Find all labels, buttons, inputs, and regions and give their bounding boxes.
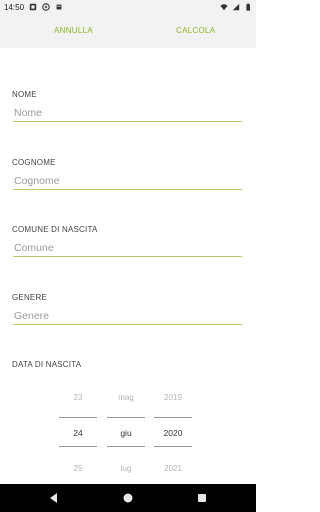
status-bar: 14:50 — [0, 0, 256, 14]
day-prev[interactable]: 23 — [59, 393, 97, 402]
year-prev[interactable]: 2019 — [154, 393, 192, 402]
cellular-signal-icon — [232, 3, 240, 11]
month-prev[interactable]: mag — [107, 393, 145, 402]
navigation-bar — [0, 484, 256, 512]
gender-label: GENERE — [12, 293, 47, 302]
notification-icon — [56, 4, 62, 10]
status-time: 14:50 — [4, 2, 25, 12]
action-toolbar: ANNULLA CALCOLA — [0, 14, 256, 48]
birthplace-input[interactable] — [13, 239, 242, 257]
year-next[interactable]: 2021 — [154, 464, 192, 473]
wifi-icon — [220, 4, 228, 11]
year-divider-bottom — [154, 446, 192, 447]
battery-saver-icon — [42, 3, 50, 11]
name-label: NOME — [12, 90, 37, 99]
month-next[interactable]: lug — [107, 464, 145, 473]
sim-card-icon — [29, 3, 37, 11]
back-icon[interactable] — [40, 484, 68, 512]
day-divider-top — [59, 417, 97, 418]
year-selected[interactable]: 2020 — [154, 428, 192, 438]
day-selected[interactable]: 24 — [59, 428, 97, 438]
month-divider-top — [107, 417, 145, 418]
day-next[interactable]: 25 — [59, 464, 97, 473]
home-icon[interactable] — [114, 484, 142, 512]
calculate-button[interactable]: CALCOLA — [176, 14, 215, 48]
birth-date-label: DATA DI NASCITA — [12, 360, 82, 369]
surname-label: COGNOME — [12, 158, 56, 167]
cancel-button[interactable]: ANNULLA — [54, 14, 93, 48]
name-input[interactable] — [13, 104, 242, 122]
month-divider-bottom — [107, 446, 145, 447]
battery-icon — [246, 3, 250, 11]
year-divider-top — [154, 417, 192, 418]
surname-input[interactable] — [13, 172, 242, 190]
month-selected[interactable]: giu — [107, 428, 145, 438]
birthplace-label: COMUNE DI NASCITA — [12, 225, 98, 234]
gender-input[interactable] — [13, 307, 242, 325]
day-divider-bottom — [59, 446, 97, 447]
recents-icon[interactable] — [188, 484, 216, 512]
